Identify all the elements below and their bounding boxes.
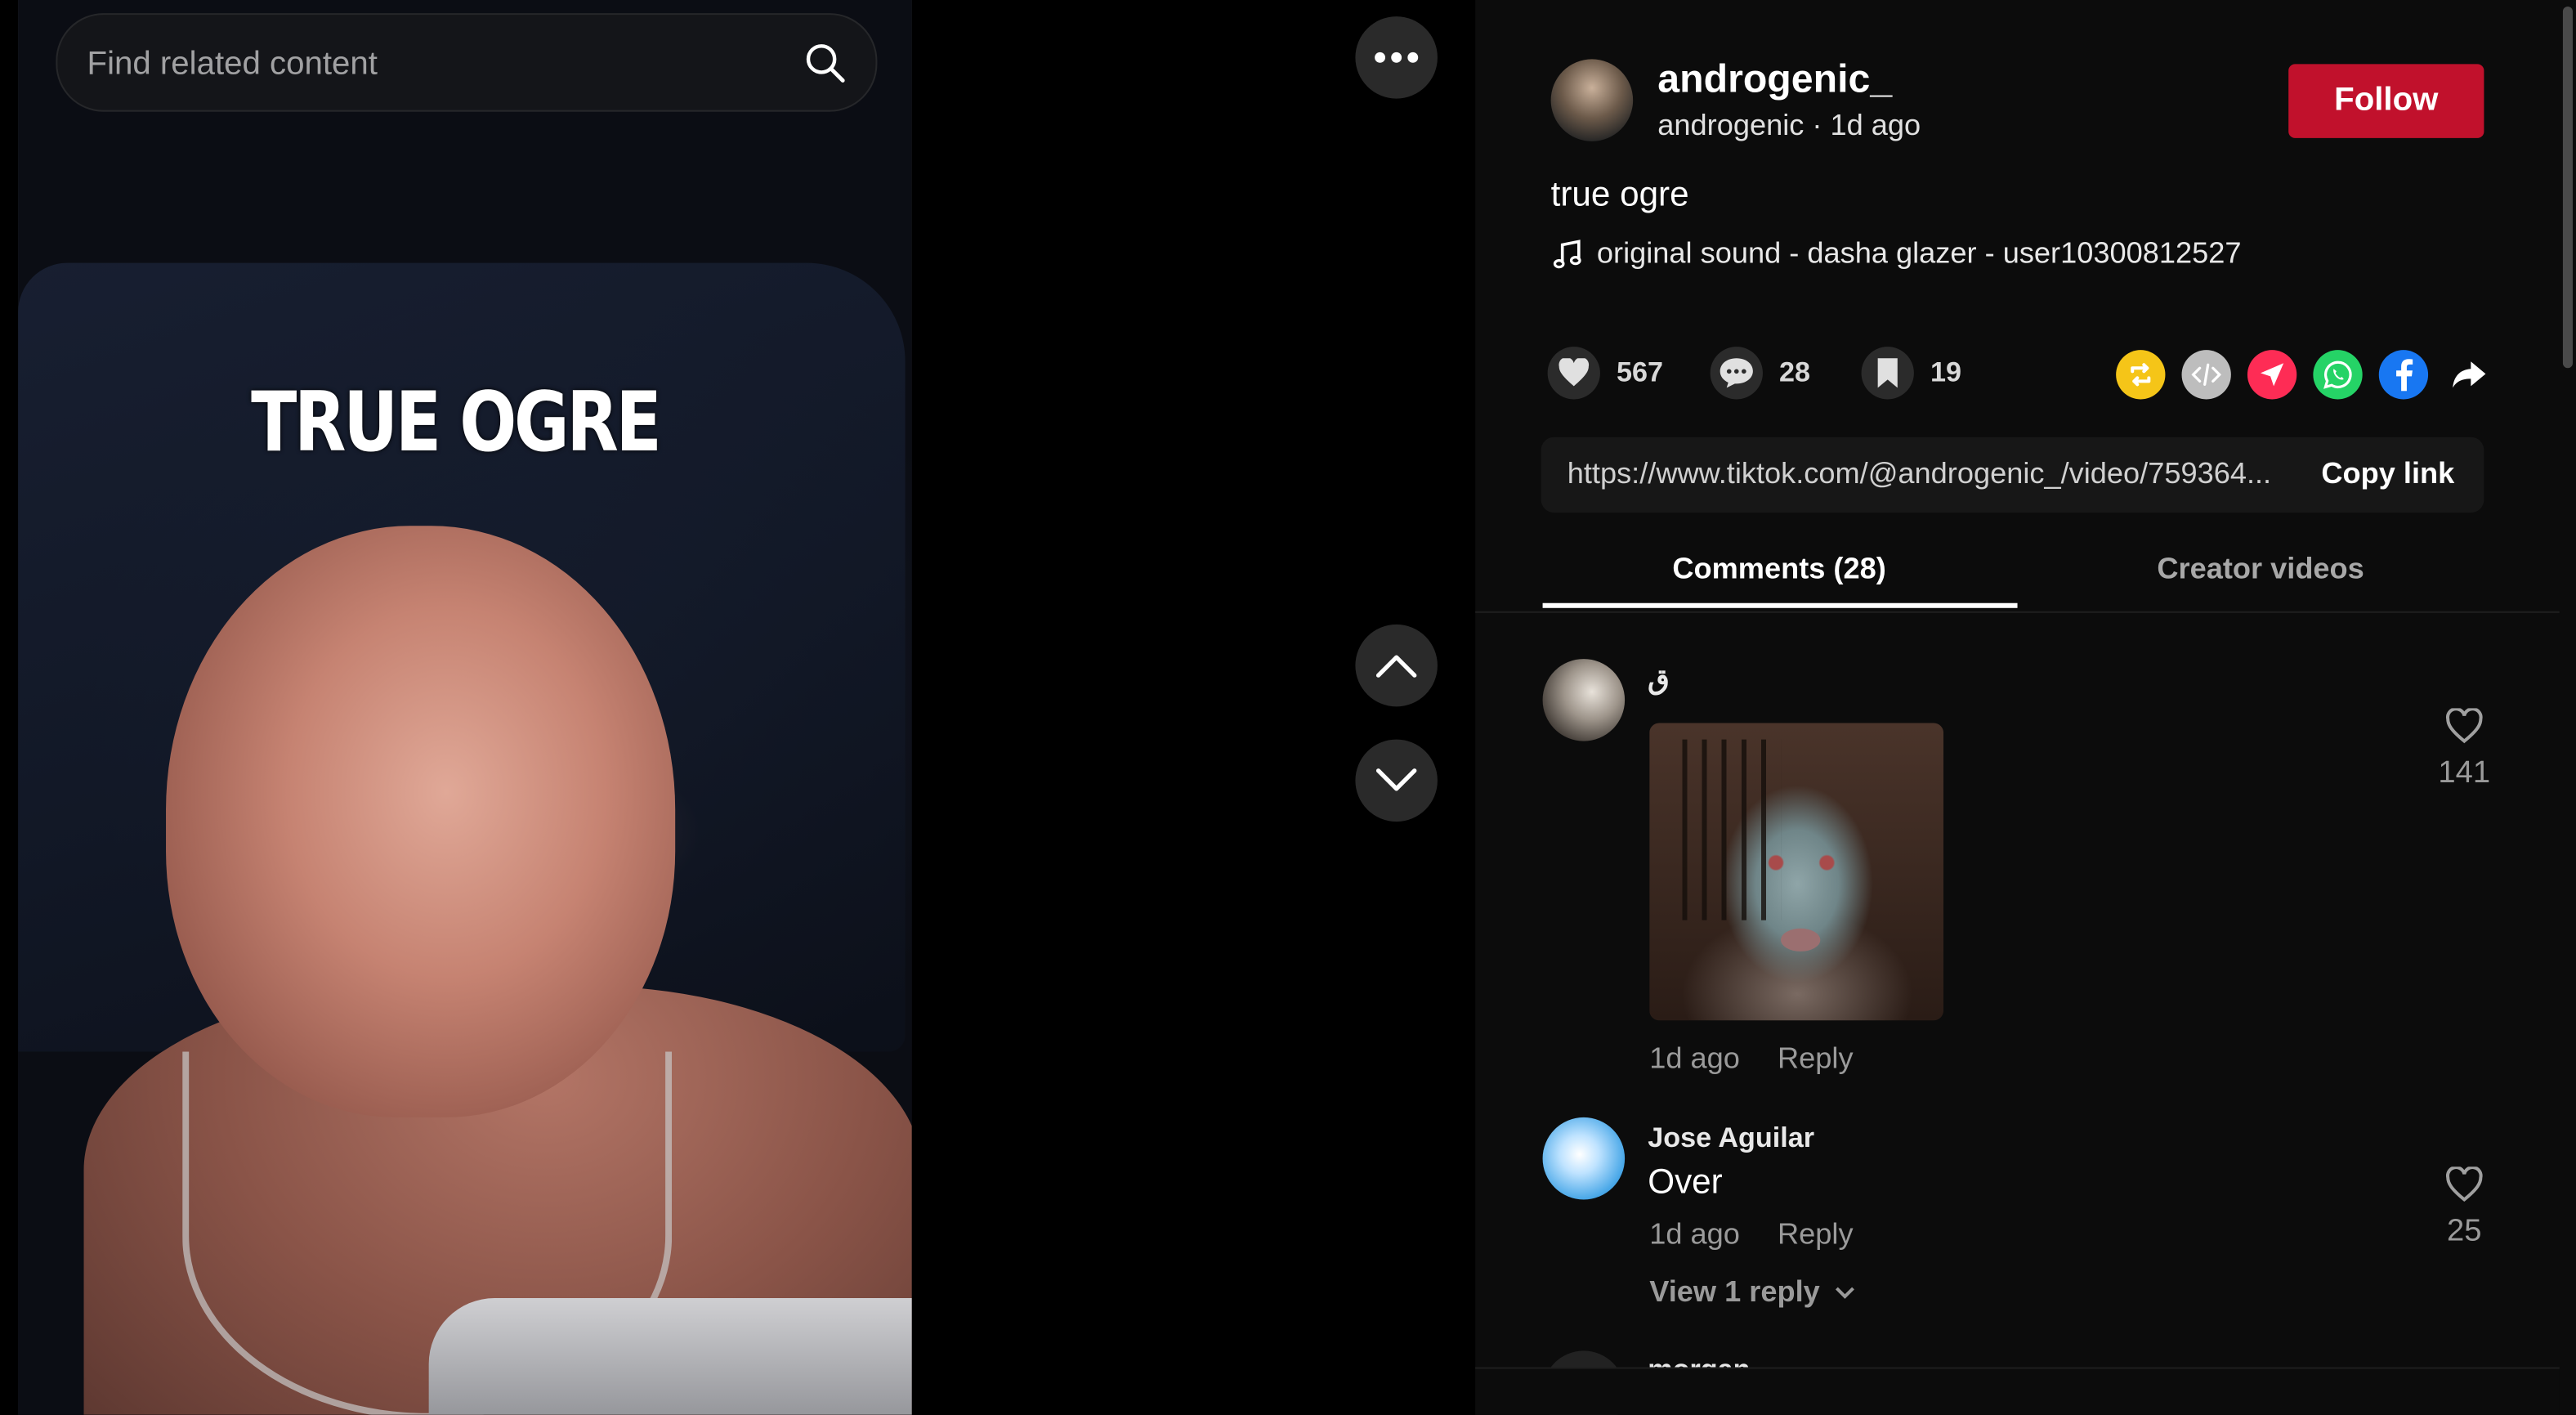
save-button[interactable]: 19 xyxy=(1861,347,1962,400)
sound-link[interactable]: original sound - dasha glazer - user1030… xyxy=(1551,236,2242,271)
search-input[interactable] xyxy=(83,15,780,114)
comment-count: 28 xyxy=(1779,356,1811,388)
follow-button[interactable]: Follow xyxy=(2288,64,2484,138)
tabs-divider xyxy=(1475,611,2560,613)
video-player[interactable]: TRUE OGRE xyxy=(18,0,912,1415)
view-replies-button[interactable]: View 1 reply xyxy=(1649,1275,1856,1310)
sound-label: original sound - dasha glazer - user1030… xyxy=(1596,236,2242,270)
tab-creator-videos[interactable]: Creator videos xyxy=(2157,552,2364,586)
comment-like-count: 25 xyxy=(2447,1214,2482,1249)
save-count: 19 xyxy=(1930,356,1962,388)
heart-outline-icon xyxy=(2446,707,2483,744)
comment-avatar[interactable] xyxy=(1542,1117,1626,1200)
search-bar[interactable] xyxy=(56,13,878,114)
active-tab-indicator xyxy=(1542,602,2018,608)
tab-comments[interactable]: Comments (28) xyxy=(1672,552,1885,586)
heart-outline-icon xyxy=(2446,1166,2483,1202)
video-sheet-shape xyxy=(428,1298,912,1415)
author-avatar[interactable] xyxy=(1550,59,1634,141)
comment-sticker-image xyxy=(1649,723,1944,1021)
music-note-icon xyxy=(1553,239,1581,268)
comment-input-bar[interactable] xyxy=(1475,1367,2560,1415)
comment-username[interactable]: Jose Aguilar xyxy=(1648,1122,1814,1155)
comment-like-button[interactable] xyxy=(2444,707,2484,752)
scrollbar-thumb[interactable] xyxy=(2562,7,2573,369)
heart-icon xyxy=(1547,347,1600,400)
video-link-url: https://www.tiktok.com/@androgenic_/vide… xyxy=(1567,456,2272,490)
search-icon[interactable] xyxy=(803,41,846,83)
next-video-button[interactable] xyxy=(1355,739,1438,822)
embed-icon[interactable] xyxy=(2181,350,2231,400)
chevron-up-icon xyxy=(1375,655,1417,678)
comment-time: 1d ago xyxy=(1649,1217,1740,1251)
comment-text: Over xyxy=(1648,1163,1723,1202)
repost-icon[interactable] xyxy=(2116,350,2166,400)
comment-like-button[interactable] xyxy=(2444,1166,2484,1211)
comment-button[interactable]: 28 xyxy=(1710,347,1811,400)
comment-icon xyxy=(1710,347,1763,400)
more-options-button[interactable] xyxy=(1355,16,1438,99)
reply-button[interactable]: Reply xyxy=(1778,1218,1854,1252)
like-button[interactable]: 567 xyxy=(1547,347,1664,400)
facebook-icon[interactable] xyxy=(2378,350,2429,400)
comment-like-count: 141 xyxy=(2438,755,2491,790)
comment-username[interactable]: ق xyxy=(1648,664,1670,696)
whatsapp-icon[interactable] xyxy=(2313,350,2363,400)
video-link-box: https://www.tiktok.com/@androgenic_/vide… xyxy=(1541,437,2484,513)
author-subline: androgenic · 1d ago xyxy=(1657,108,1921,141)
chevron-down-icon xyxy=(1375,768,1417,791)
reply-button[interactable]: Reply xyxy=(1778,1041,1854,1076)
view-replies-label: View 1 reply xyxy=(1649,1274,1820,1309)
chevron-down-icon xyxy=(1835,1286,1854,1298)
like-count: 567 xyxy=(1617,356,1664,388)
author-username[interactable]: androgenic_ xyxy=(1657,57,1892,103)
share-arrow-icon[interactable] xyxy=(2444,350,2493,399)
send-to-friends-icon[interactable] xyxy=(2247,350,2297,400)
copy-link-button[interactable]: Copy link xyxy=(2321,457,2454,491)
previous-video-button[interactable] xyxy=(1355,624,1438,707)
video-face-shape xyxy=(166,526,676,1117)
comment-time: 1d ago xyxy=(1649,1041,1740,1075)
post-caption: true ogre xyxy=(1550,176,1689,214)
more-dots-icon xyxy=(1375,51,1419,63)
bookmark-icon xyxy=(1861,347,1914,400)
comment-avatar[interactable] xyxy=(1542,659,1626,741)
video-caption-overlay: TRUE OGRE xyxy=(251,374,662,470)
